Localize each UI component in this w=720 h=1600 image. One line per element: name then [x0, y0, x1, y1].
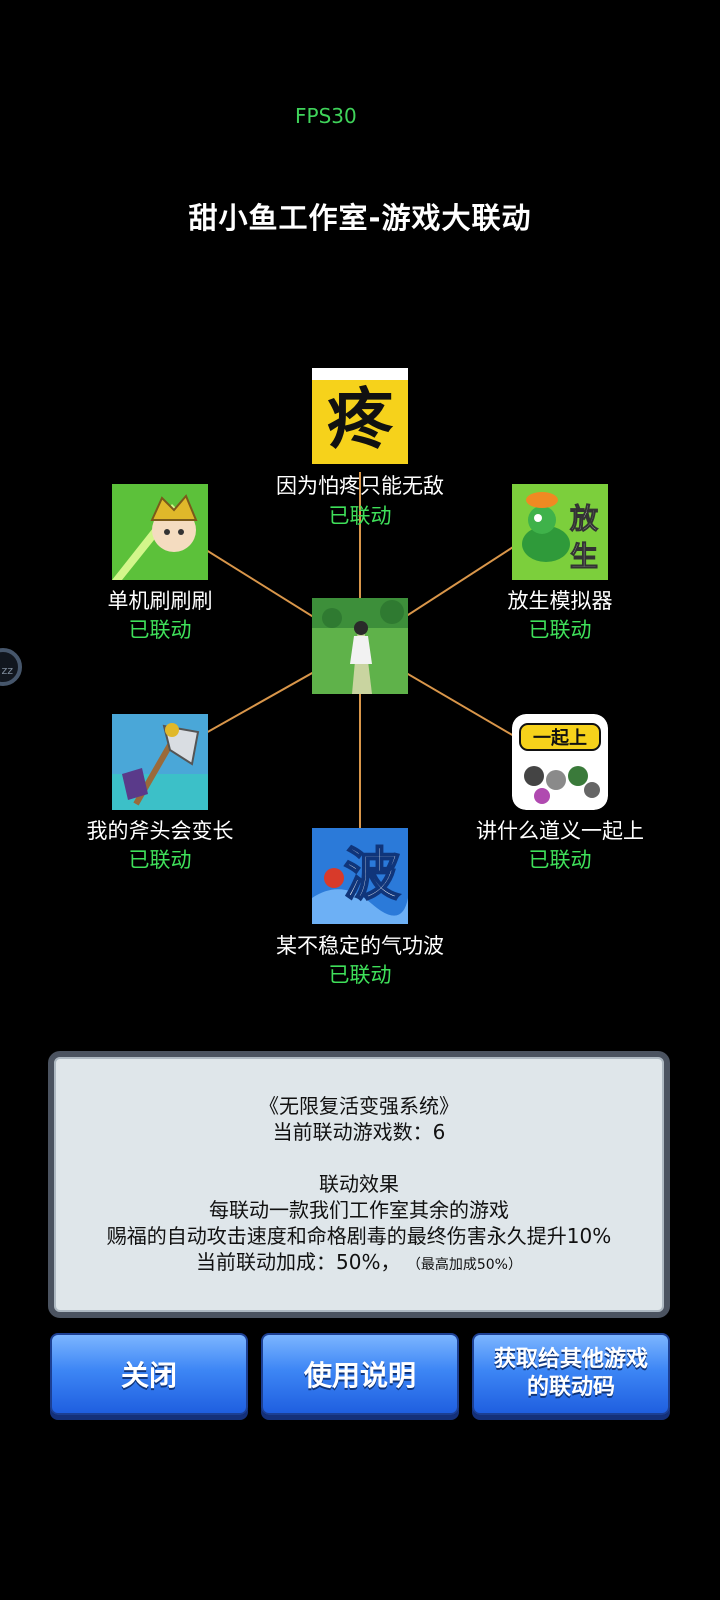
- link-info-panel: 《无限复活变强系统》 当前联动游戏数：6 联动效果 每联动一款我们工作室其余的游…: [48, 1051, 670, 1318]
- game-name-bottom: 某不稳定的气功波: [276, 934, 444, 958]
- effect-line-2: 赐福的自动攻击速度和命格剧毒的最终伤害永久提升10%: [106, 1224, 612, 1248]
- axe-icon: [112, 714, 208, 810]
- pain-character-icon: 疼: [312, 368, 408, 464]
- effect-line-1: 每联动一款我们工作室其余的游戏: [209, 1198, 509, 1222]
- bonus-line: 当前联动加成：50%， （最高加成50%）: [54, 1249, 664, 1278]
- game-status-lower-left: 已联动: [128, 848, 192, 872]
- svg-text:生: 生: [570, 540, 598, 573]
- crowd-icon: 一起上: [512, 714, 608, 810]
- instructions-button[interactable]: 使用说明: [261, 1333, 459, 1415]
- svg-text:一起上: 一起上: [533, 727, 587, 749]
- game-tile-upper-left[interactable]: [112, 484, 208, 580]
- game-tile-upper-right[interactable]: 放 生: [512, 484, 608, 580]
- game-tile-bottom[interactable]: 波: [312, 828, 408, 924]
- get-link-code-label-1: 获取给其他游戏: [493, 1347, 648, 1372]
- linked-count: 当前联动游戏数：6: [272, 1120, 446, 1144]
- close-button-label: 关闭: [120, 1359, 177, 1392]
- center-game-tile[interactable]: [312, 598, 408, 694]
- bonus-cap-note: （最高加成50%）: [406, 1257, 522, 1273]
- game-status-bottom: 已联动: [328, 963, 392, 987]
- get-link-code-label-2: 的联动码: [526, 1375, 615, 1400]
- game-tile-lower-right[interactable]: 一起上: [512, 714, 608, 810]
- close-button[interactable]: 关闭: [50, 1333, 248, 1415]
- wave-icon: 波: [312, 828, 408, 924]
- game-name-lower-left: 我的斧头会变长: [86, 819, 234, 843]
- game-name-upper-right: 放生模拟器: [507, 589, 613, 613]
- warrior-icon: [112, 484, 208, 580]
- bonus-text: 当前联动加成：50%，: [196, 1250, 401, 1274]
- instructions-button-label: 使用说明: [303, 1359, 416, 1392]
- game-name-upper-left: 单机刷刷刷: [107, 589, 213, 613]
- get-link-code-button[interactable]: 获取给其他游戏 的联动码: [472, 1333, 670, 1415]
- game-name-lower-right: 讲什么道义一起上: [476, 819, 644, 843]
- effect-title: 联动效果: [319, 1172, 399, 1196]
- turtle-icon: 放 生: [512, 484, 608, 580]
- system-name: 《无限复活变强系统》: [259, 1094, 459, 1118]
- game-tile-lower-left[interactable]: [112, 714, 208, 810]
- game-status-upper-right: 已联动: [528, 618, 592, 642]
- game-status-upper-left: 已联动: [128, 618, 192, 642]
- svg-text:放: 放: [569, 502, 599, 535]
- game-status-top: 已联动: [328, 504, 392, 528]
- svg-text:波: 波: [344, 843, 400, 908]
- girl-in-meadow-icon: [312, 598, 408, 694]
- game-status-lower-right: 已联动: [528, 848, 592, 872]
- game-tile-top[interactable]: 疼: [312, 368, 408, 464]
- svg-text:疼: 疼: [327, 381, 394, 458]
- game-name-top: 因为怕疼只能无敌: [276, 474, 444, 498]
